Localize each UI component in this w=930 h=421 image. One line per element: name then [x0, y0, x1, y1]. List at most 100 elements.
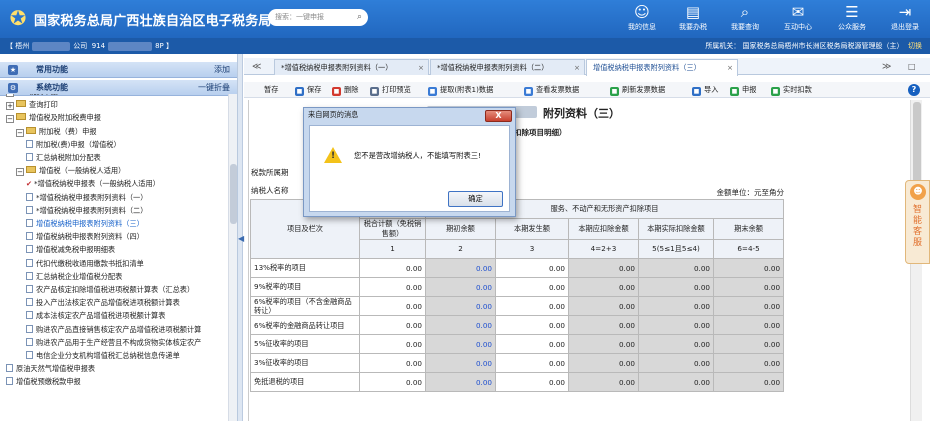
toolbar-button-5[interactable]: ■ 查看发票数据 — [524, 82, 579, 98]
dialog-close-button[interactable]: X — [485, 110, 512, 122]
column-number: 6=4-5 — [712, 239, 785, 259]
amount-cell[interactable]: 0.00 — [359, 372, 426, 392]
toolbar-button-8[interactable]: ■ 申报 — [730, 82, 756, 98]
tree-item-label: 投入产出法核定农产品增值税进项税额计算表 — [36, 298, 180, 308]
amount-cell[interactable]: 0.00 — [495, 296, 569, 316]
tab-prev-button[interactable]: ≪ — [252, 59, 261, 75]
tree-item[interactable]: 成本法核定农产品增值税进项税额计算表 — [26, 310, 165, 322]
scrollbar-thumb[interactable] — [230, 164, 237, 224]
tab-close-icon[interactable]: × — [574, 60, 580, 76]
nav-public-service[interactable]: ☰ 公众服务 — [832, 2, 872, 36]
tree-item-label: 增值税纳税申报表附列资料（四） — [36, 232, 144, 242]
toolbar-button-6[interactable]: ■ 刷新发票数据 — [610, 82, 665, 98]
tree-item[interactable]: 汇总纳税附加分配表 — [26, 152, 101, 164]
amount-cell[interactable]: 0.00 — [359, 296, 426, 316]
tree-item[interactable]: 原油天然气增值税申报表 — [6, 363, 95, 375]
tree-item[interactable]: *增值税纳税申报表附列资料（二） — [26, 205, 147, 217]
nav-interaction[interactable]: ✉ 互动中心 — [778, 2, 818, 36]
tree-item[interactable]: + 查询打印 — [6, 99, 58, 111]
amount-cell[interactable]: 0.00 — [359, 315, 426, 335]
nav-my-info[interactable]: ☺ 我的信息 — [622, 2, 662, 36]
amount-cell: 0.00 — [425, 277, 496, 297]
common-functions-header[interactable]: ★ 常用功能 添加 — [0, 62, 237, 78]
tree-item[interactable]: 附加税(费)申报（增值税） — [26, 139, 121, 151]
smart-service-widget[interactable]: ☻ 智能客服 — [905, 180, 930, 264]
scrollbar-thumb[interactable] — [913, 102, 921, 192]
toolbar-button-9[interactable]: ■ 实时扣款 — [771, 82, 812, 98]
toolbar-button-0[interactable]: 暂存 — [264, 82, 278, 98]
tree-item[interactable]: − 增值税（一般纳税人适用） — [16, 165, 125, 177]
tree-item[interactable]: − 税费申报 — [6, 94, 58, 98]
amount-cell[interactable]: 0.00 — [495, 334, 569, 354]
tree-toggle-icon[interactable]: − — [16, 168, 24, 177]
amount-cell[interactable]: 0.00 — [495, 258, 569, 278]
toolbar-button-1[interactable]: ■ 保存 — [295, 82, 321, 98]
tab-close-icon[interactable]: × — [418, 60, 424, 76]
tab-attachment-1[interactable]: *增值税纳税申报表附列资料（一） × — [274, 59, 429, 75]
tree-item[interactable]: 增值税纳税申报表附列资料（四） — [26, 231, 144, 243]
toolbar-button-3[interactable]: ■ 打印预览 — [370, 82, 411, 98]
tree-item[interactable]: 增值税预缴税款申报 — [6, 376, 81, 388]
switch-link[interactable]: 切换 — [908, 42, 922, 50]
tree-item[interactable]: *增值税纳税申报表附列资料（一） — [26, 192, 147, 204]
amount-cell: 0.00 — [712, 353, 785, 373]
amount-cell: 0.00 — [638, 277, 714, 297]
tab-attachment-2[interactable]: *增值税纳税申报表附列资料（二） × — [430, 59, 585, 75]
user-icon: ☺ — [634, 3, 650, 21]
add-link[interactable]: 添加 — [214, 62, 230, 78]
row-label: 6%税率的金融商品转让项目 — [250, 315, 360, 335]
tree-item[interactable]: 投入产出法核定农产品增值税进项税额计算表 — [26, 297, 180, 309]
tree-item[interactable]: − 附加税（费）申报 — [16, 126, 97, 138]
amount-cell[interactable]: 0.00 — [495, 372, 569, 392]
tree-item[interactable]: 电信企业分支机构增值税汇总纳税信息传递单 — [26, 350, 180, 362]
tree-toggle-icon[interactable]: − — [6, 94, 14, 97]
toolbar-button-label: 刷新发票数据 — [622, 85, 666, 94]
dialog-ok-button[interactable]: 确定 — [448, 191, 503, 207]
tab-next-button[interactable]: ≫ — [882, 59, 891, 75]
column-number: 1 — [359, 239, 426, 259]
tree-item[interactable]: − 增值税及附加税费申报 — [6, 112, 101, 124]
column-header: 税合计额（免税销售额） — [359, 218, 426, 240]
toolbar-button-label: 导入 — [704, 85, 719, 94]
tree-item-label: 电信企业分支机构增值税汇总纳税信息传递单 — [36, 351, 180, 360]
collapse-arrow-icon[interactable]: ◀ — [238, 234, 244, 243]
amount-cell: 0.00 — [712, 334, 785, 354]
tree-item[interactable]: 汇总纳税企业增值税分配表 — [26, 271, 122, 283]
page-icon — [26, 351, 33, 359]
nav-query[interactable]: ⌕ 我要查询 — [725, 2, 765, 36]
amount-cell[interactable]: 0.00 — [359, 258, 426, 278]
amount-cell[interactable]: 0.00 — [495, 353, 569, 373]
tree-item[interactable]: 购进农产品直接销售核定农产品增值税进项税额计算 — [26, 324, 201, 336]
tree-item[interactable]: 增值税纳税申报表附列资料（三） — [26, 218, 144, 230]
tab-close-all-button[interactable]: □ — [908, 59, 916, 75]
amount-cell: 0.00 — [712, 258, 785, 278]
toolbar-button-7[interactable]: ■ 导入 — [692, 82, 718, 98]
toolbar-button-4[interactable]: ■ 提取(附表1)数据 — [428, 82, 493, 98]
form-title: 附列资料（三） — [543, 107, 620, 120]
panel-splitter[interactable]: ◀ — [238, 54, 244, 421]
nav-do-tax[interactable]: ▤ 我要办税 — [673, 2, 713, 36]
amount-cell[interactable]: 0.00 — [359, 277, 426, 297]
tree-item[interactable]: 增值税减免税申报明细表 — [26, 244, 115, 256]
tree-scrollbar[interactable] — [228, 94, 237, 421]
search-icon[interactable]: ⌕ — [357, 9, 362, 26]
tab-close-icon[interactable]: × — [727, 60, 733, 76]
toolbar-button-2[interactable]: ■ 删除 — [332, 82, 358, 98]
tree-item[interactable]: 农产品核定扣除增值税进项税额计算表（汇总表） — [26, 284, 194, 296]
tree-item[interactable]: 购进农产品用于生产经营且不构成货物实体核定农产 — [26, 337, 201, 349]
tree-item[interactable]: 代扣代缴税收通用缴款书抵扣清单 — [26, 258, 144, 270]
tree-toggle-icon[interactable]: − — [6, 115, 14, 124]
amount-cell[interactable]: 0.00 — [495, 315, 569, 335]
tree-toggle-icon[interactable]: + — [6, 102, 14, 111]
nav-logout[interactable]: ⇥ 退出登录 — [884, 2, 926, 36]
tree-toggle-icon[interactable]: − — [16, 128, 24, 137]
amount-cell[interactable]: 0.00 — [495, 277, 569, 297]
amount-cell: 0.00 — [638, 315, 714, 335]
tree-item[interactable]: ✔ *增值税纳税申报表（一般纳税人适用） — [26, 178, 160, 190]
amount-cell[interactable]: 0.00 — [359, 353, 426, 373]
search-input[interactable]: 搜索：一键申报 ⌕ — [268, 9, 368, 26]
help-icon[interactable]: ? — [908, 84, 920, 96]
amount-cell[interactable]: 0.00 — [359, 334, 426, 354]
tab-attachment-3[interactable]: 增值税纳税申报表附列资料（三） × — [586, 59, 738, 76]
robot-icon: ☻ — [910, 184, 926, 200]
